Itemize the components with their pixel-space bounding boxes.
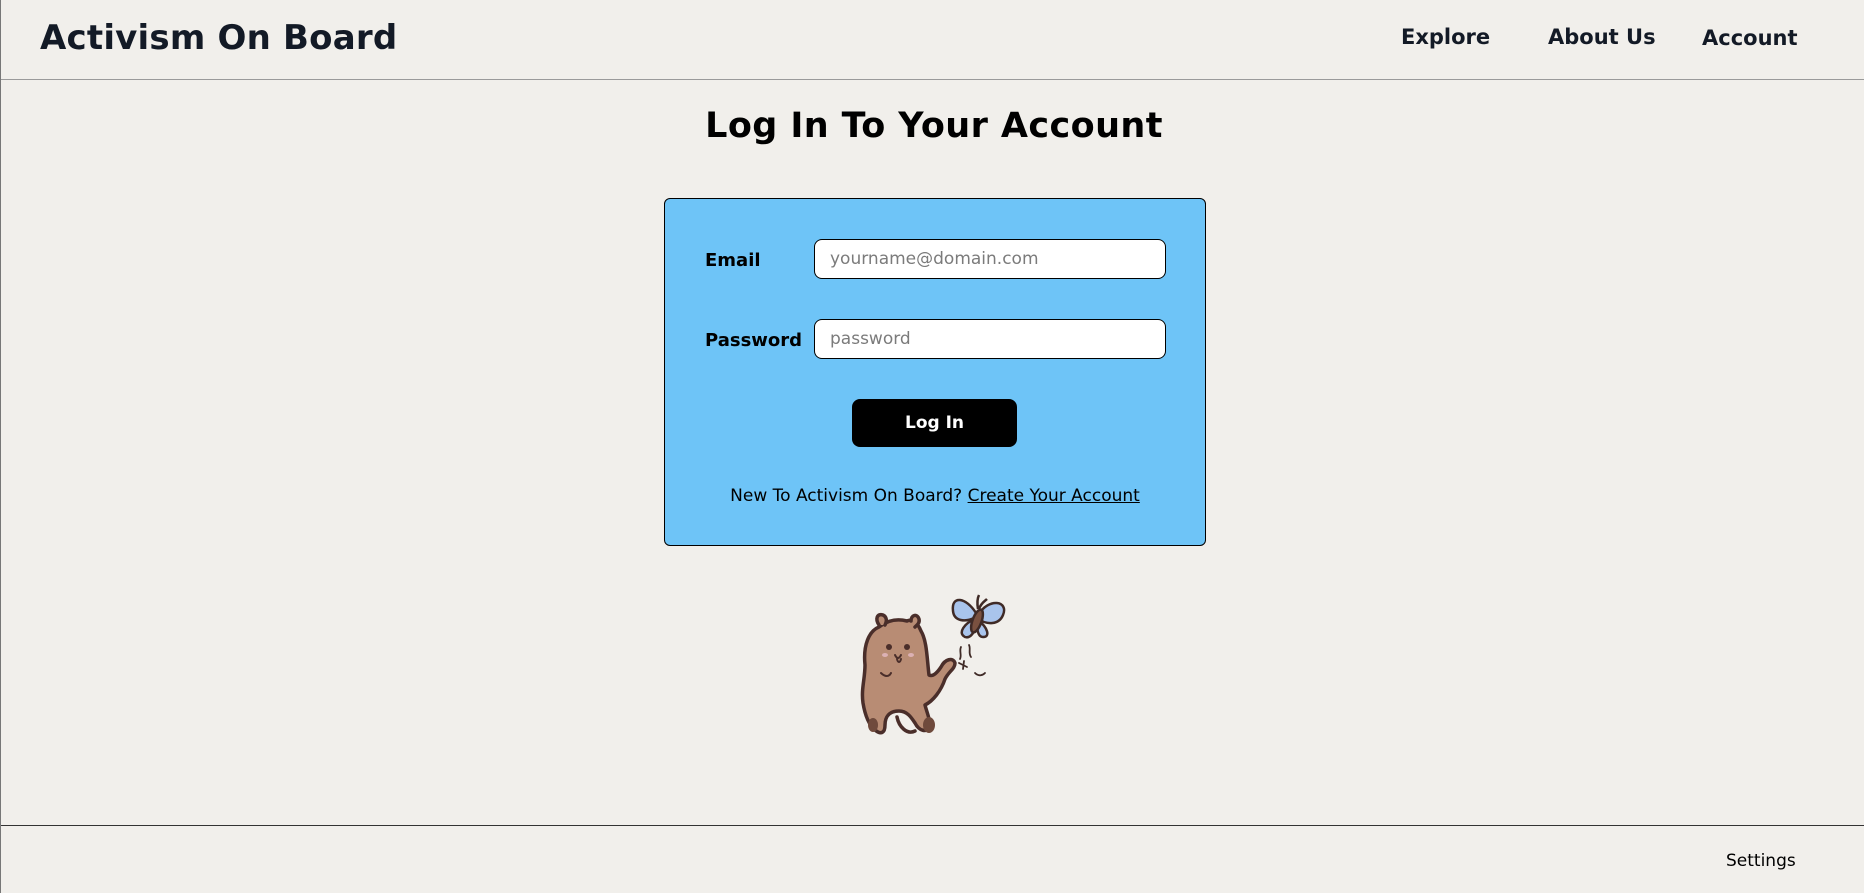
capybara-butterfly-icon: [860, 594, 1006, 735]
site-logo-text[interactable]: Activism On Board: [40, 18, 397, 58]
butterfly-icon: [951, 594, 1006, 639]
email-field[interactable]: [814, 239, 1166, 279]
login-form-card: Email Password Log In New To Activism On…: [664, 198, 1206, 546]
email-label: Email: [705, 250, 761, 271]
password-label: Password: [705, 330, 803, 351]
nav-explore-link[interactable]: Explore: [1401, 25, 1490, 49]
capybara-icon: [860, 612, 957, 735]
log-in-button[interactable]: Log In: [852, 399, 1017, 447]
signup-prompt: New To Activism On Board? Create Your Ac…: [665, 486, 1205, 506]
page-title: Log In To Your Account: [705, 106, 1163, 146]
create-account-link[interactable]: Create Your Account: [968, 486, 1140, 506]
settings-link[interactable]: Settings: [1726, 851, 1796, 871]
top-navbar: Activism On Board Explore About Us Accou…: [1, 0, 1864, 80]
nav-about-us-link[interactable]: About Us: [1548, 25, 1656, 49]
signup-prompt-text: New To Activism On Board?: [730, 486, 963, 506]
nav-account-link[interactable]: Account: [1702, 26, 1798, 50]
footer: Settings: [1, 825, 1864, 893]
password-field[interactable]: [814, 319, 1166, 359]
page: Activism On Board Explore About Us Accou…: [0, 0, 1864, 893]
